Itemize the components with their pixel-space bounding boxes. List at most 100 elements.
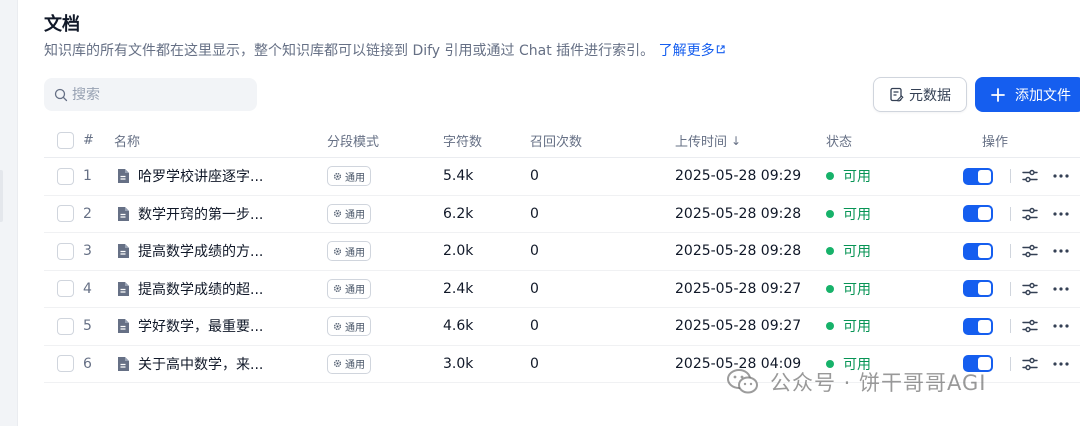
table-row[interactable]: 5 学好数学，最重要... 通用 4.6k 0 2025-05-28 09:27… <box>44 308 1080 346</box>
table-body: 1 哈罗学校讲座逐字... 通用 5.4k 0 2025-05-28 09:29… <box>44 158 1080 383</box>
row-mode-cell: 通用 <box>327 233 371 270</box>
more-icon[interactable] <box>1053 249 1069 253</box>
documents-table: # 名称 分段模式 字符数 召回次数 上传时间 ↓ 状态 操作 1 哈罗学校讲座逐… <box>44 124 1080 383</box>
row-name[interactable]: 提高数学成绩的超... <box>116 271 263 308</box>
row-mode-cell: 通用 <box>327 346 371 383</box>
search-box[interactable] <box>44 78 257 111</box>
metadata-button[interactable]: 元数据 <box>873 77 967 112</box>
row-checkbox[interactable] <box>57 242 74 260</box>
gear-icon <box>333 172 342 180</box>
row-index: 5 <box>83 318 92 335</box>
header-index: # <box>83 133 94 148</box>
settings-icon[interactable] <box>1022 244 1038 258</box>
row-mode-cell: 通用 <box>327 308 371 345</box>
row-mode-cell: 通用 <box>327 158 371 195</box>
metadata-icon <box>890 87 904 102</box>
document-icon <box>118 281 129 296</box>
enable-toggle[interactable] <box>963 280 993 298</box>
learn-more-label: 了解更多 <box>658 43 715 59</box>
document-icon <box>118 169 129 184</box>
row-chars: 2.4k <box>443 280 474 297</box>
search-input[interactable] <box>72 86 242 103</box>
row-checkbox[interactable] <box>57 317 74 335</box>
table-row[interactable]: 3 提高数学成绩的方... 通用 2.0k 0 2025-05-28 09:28… <box>44 233 1080 271</box>
sort-down-icon[interactable]: ↓ <box>731 134 741 148</box>
left-rail <box>0 0 18 426</box>
external-link-icon <box>716 45 725 54</box>
status-text: 可用 <box>843 281 871 298</box>
row-actions <box>963 158 1069 195</box>
enable-toggle[interactable] <box>963 167 993 185</box>
row-mode-cell: 通用 <box>327 271 371 308</box>
row-name-text: 提高数学成绩的方... <box>138 244 264 261</box>
mode-badge-label: 通用 <box>345 285 365 297</box>
learn-more-link[interactable]: 了解更多 <box>659 43 725 59</box>
row-name[interactable]: 关于高中数学，来... <box>116 346 263 383</box>
add-file-button-label: 添加文件 <box>1015 87 1071 104</box>
description-text: 知识库的所有文件都在这里显示，整个知识库都可以链接到 Dify 引用或通过 Ch… <box>44 43 655 59</box>
plus-icon <box>991 87 1005 102</box>
gear-icon <box>333 360 342 368</box>
more-icon[interactable] <box>1053 287 1069 291</box>
header-mode: 分段模式 <box>327 135 380 150</box>
row-actions <box>963 308 1069 345</box>
more-icon[interactable] <box>1053 362 1069 366</box>
row-checkbox[interactable] <box>57 355 74 373</box>
row-status: 可用 <box>826 158 871 195</box>
more-icon[interactable] <box>1053 324 1069 328</box>
more-icon[interactable] <box>1053 212 1069 216</box>
row-upload-time: 2025-05-28 09:28 <box>675 205 802 222</box>
row-name-text: 关于高中数学，来... <box>138 356 264 373</box>
row-name[interactable]: 提高数学成绩的方... <box>116 233 263 270</box>
header-checkbox-cell <box>57 124 74 157</box>
row-name[interactable]: 学好数学，最重要... <box>116 308 263 345</box>
row-status: 可用 <box>826 271 871 308</box>
settings-icon[interactable] <box>1022 207 1038 221</box>
settings-icon[interactable] <box>1022 282 1038 296</box>
mode-badge-label: 通用 <box>345 172 365 184</box>
row-recall: 0 <box>530 280 539 297</box>
row-index: 2 <box>83 205 92 222</box>
settings-icon[interactable] <box>1022 169 1038 183</box>
enable-toggle[interactable] <box>963 242 993 260</box>
more-icon[interactable] <box>1053 174 1069 178</box>
select-all-checkbox[interactable] <box>57 132 74 149</box>
mode-badge-label: 通用 <box>345 322 365 334</box>
wechat-icon <box>727 369 758 394</box>
row-actions <box>963 233 1069 270</box>
gear-icon <box>333 322 342 330</box>
metadata-button-label: 元数据 <box>909 87 951 104</box>
table-row[interactable]: 2 数学开窍的第一步... 通用 6.2k 0 2025-05-28 09:28… <box>44 196 1080 233</box>
header-recall: 召回次数 <box>530 135 583 150</box>
documents-panel: 文档 知识库的所有文件都在这里显示，整个知识库都可以链接到 Dify 引用或通过… <box>19 0 1080 426</box>
row-recall: 0 <box>530 318 539 335</box>
table-row[interactable]: 1 哈罗学校讲座逐字... 通用 5.4k 0 2025-05-28 09:29… <box>44 158 1080 196</box>
page-title: 文档 <box>44 14 80 35</box>
row-status: 可用 <box>826 308 871 345</box>
mode-badge: 通用 <box>327 316 371 337</box>
enable-toggle[interactable] <box>963 317 993 335</box>
row-index: 3 <box>83 243 92 260</box>
status-dot <box>826 209 834 218</box>
row-checkbox-cell <box>57 233 74 270</box>
row-mode-cell: 通用 <box>327 196 371 233</box>
settings-icon[interactable] <box>1022 319 1038 333</box>
row-checkbox-cell <box>57 346 74 383</box>
row-checkbox[interactable] <box>57 280 74 298</box>
row-name[interactable]: 数学开窍的第一步... <box>116 196 263 233</box>
header-upload-time[interactable]: 上传时间 ↓ <box>675 124 741 157</box>
row-name[interactable]: 哈罗学校讲座逐字... <box>116 158 263 195</box>
row-recall: 0 <box>530 168 539 185</box>
settings-icon[interactable] <box>1022 357 1038 371</box>
row-checkbox[interactable] <box>57 167 74 185</box>
row-chars: 2.0k <box>443 243 474 260</box>
row-name-text: 学好数学，最重要... <box>138 319 264 336</box>
enable-toggle[interactable] <box>963 205 993 223</box>
add-file-button[interactable]: 添加文件 <box>975 77 1080 112</box>
row-checkbox[interactable] <box>57 205 74 223</box>
mode-badge-label: 通用 <box>345 360 365 372</box>
table-row[interactable]: 4 提高数学成绩的超... 通用 2.4k 0 2025-05-28 09:27… <box>44 271 1080 308</box>
watermark: 公众号 · 饼干哥哥AGI <box>726 367 987 397</box>
status-text: 可用 <box>843 319 871 336</box>
row-actions <box>963 196 1069 233</box>
